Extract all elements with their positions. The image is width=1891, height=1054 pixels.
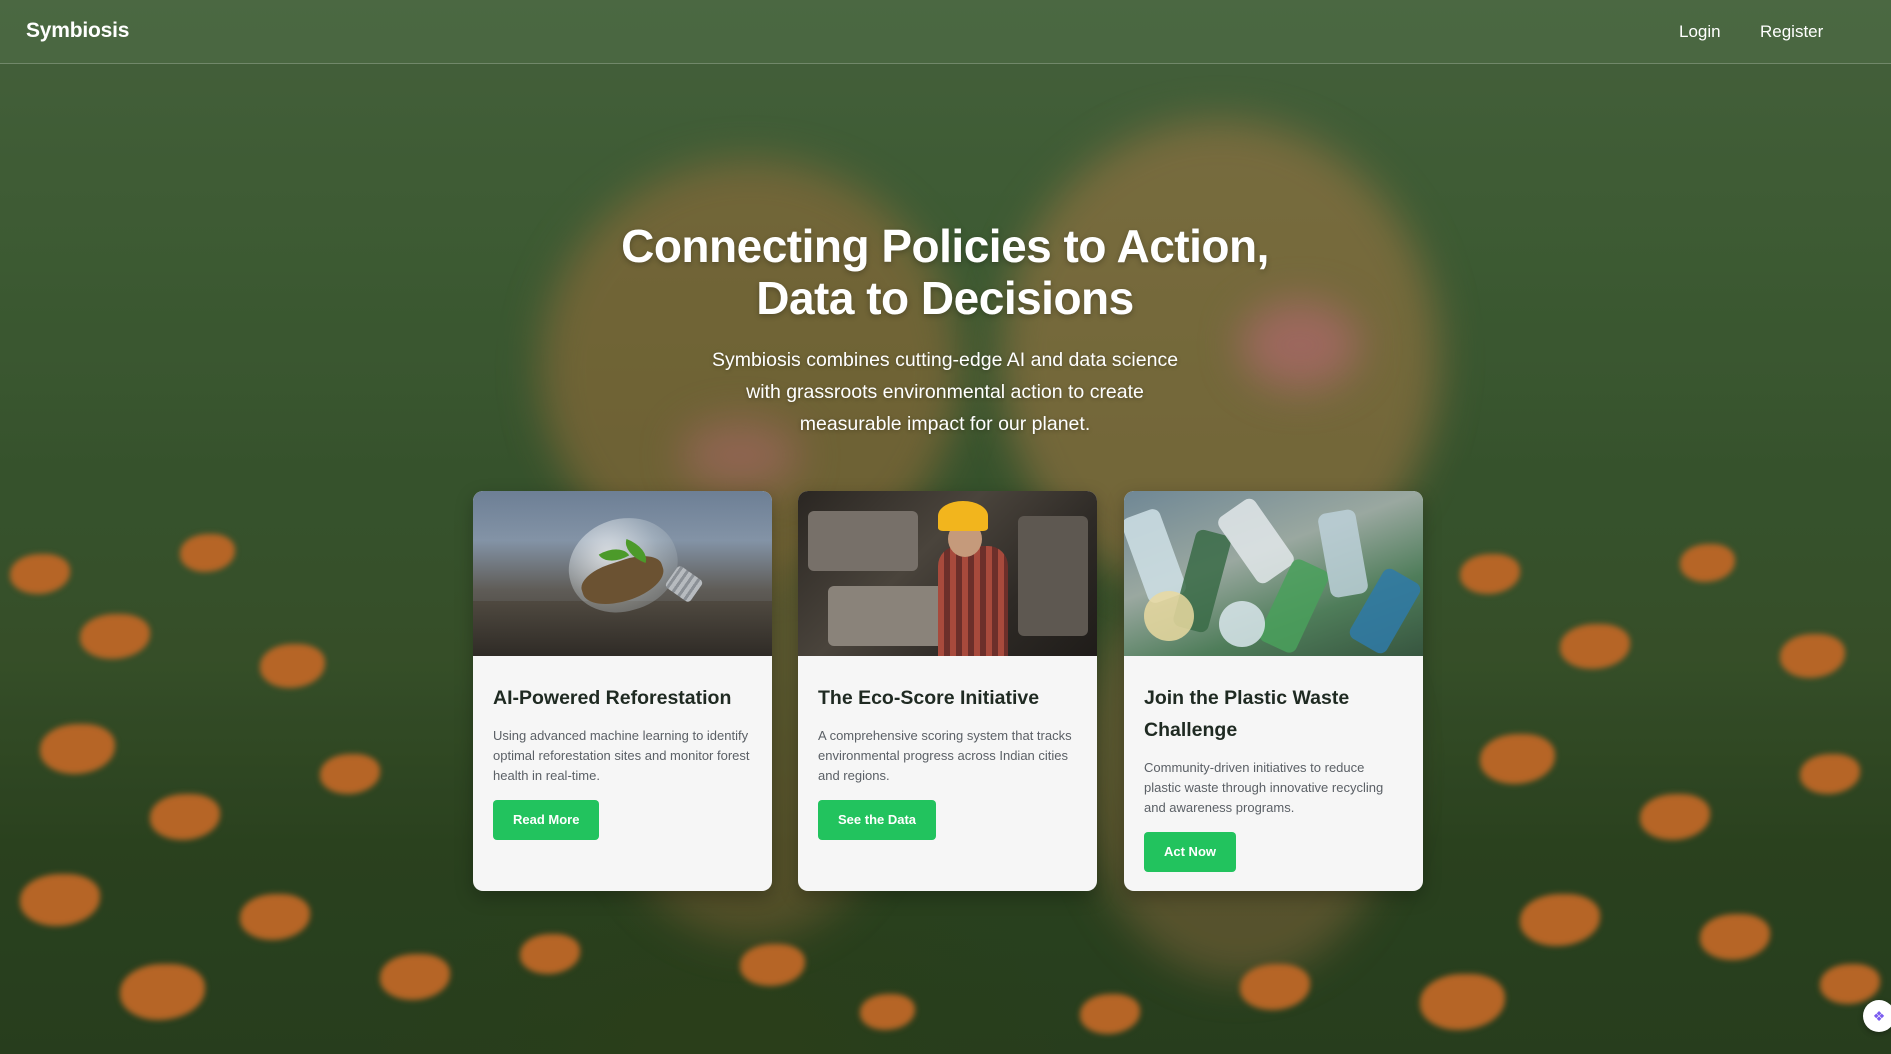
card-title: The Eco-Score Initiative bbox=[818, 687, 1040, 709]
hero-title: Connecting Policies to Action, Data to D… bbox=[545, 220, 1345, 324]
card-description: A comprehensive scoring system that trac… bbox=[818, 728, 1072, 783]
landing-page: Symbiosis Login Register Connecting Poli… bbox=[0, 0, 1891, 1054]
card-title: AI-Powered Reforestation bbox=[493, 687, 732, 709]
hero-subtitle: Symbiosis combines cutting-edge AI and d… bbox=[711, 349, 1179, 435]
read-more-button[interactable]: Read More bbox=[493, 800, 600, 840]
card-plastic-waste: Join the Plastic Waste Challenge Communi… bbox=[1124, 491, 1423, 891]
card-description: Community-driven initiatives to reduce p… bbox=[1144, 760, 1384, 815]
lightbulb-plant-photo bbox=[473, 491, 772, 656]
card-title: Join the Plastic Waste Challenge bbox=[1144, 687, 1350, 741]
top-navbar: Symbiosis Login Register bbox=[0, 0, 1891, 64]
hero-title-line-2: Data to Decisions bbox=[756, 272, 1134, 324]
card-eco-score: The Eco-Score Initiative A comprehensive… bbox=[798, 491, 1097, 891]
assistant-widget-icon[interactable]: ❖ bbox=[1863, 1000, 1891, 1032]
brand-logo-text[interactable]: Symbiosis bbox=[26, 19, 129, 43]
register-link[interactable]: Register bbox=[1760, 22, 1823, 42]
plastic-bottles-photo bbox=[1124, 491, 1423, 656]
hero-title-line-1: Connecting Policies to Action, bbox=[621, 220, 1269, 272]
act-now-button[interactable]: Act Now bbox=[1144, 832, 1236, 872]
login-link[interactable]: Login bbox=[1679, 22, 1721, 42]
factory-worker-photo bbox=[798, 491, 1097, 656]
card-description: Using advanced machine learning to ident… bbox=[493, 728, 750, 783]
card-ai-reforestation: AI-Powered Reforestation Using advanced … bbox=[473, 491, 772, 891]
see-the-data-button[interactable]: See the Data bbox=[818, 800, 937, 840]
